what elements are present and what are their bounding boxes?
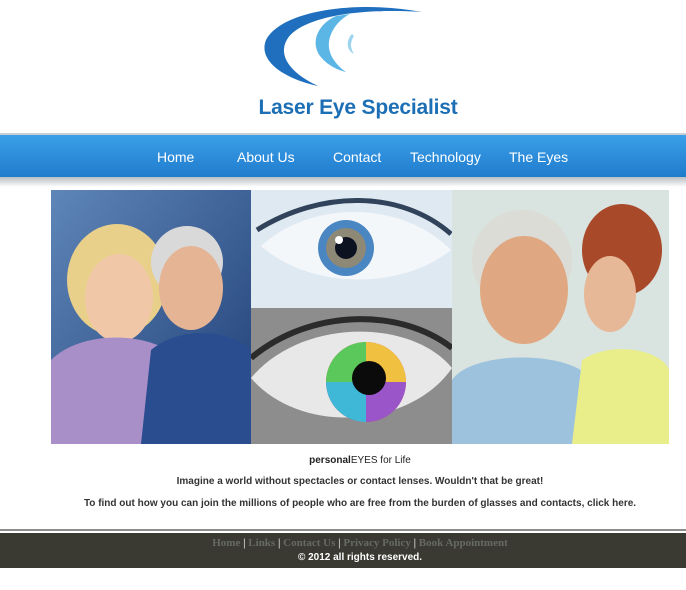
- footer-separator: |: [243, 537, 246, 549]
- cta-text[interactable]: To find out how you can join the million…: [0, 498, 686, 509]
- nav-item-about-us[interactable]: About Us: [237, 149, 295, 165]
- intro-text: Imagine a world without spectacles or co…: [176, 476, 544, 487]
- nav-item-home[interactable]: Home: [157, 149, 194, 165]
- smiling-couple-photo: [51, 190, 251, 444]
- rainbow-iris-photo: [251, 308, 452, 444]
- nav-item-the-eyes[interactable]: The Eyes: [509, 149, 568, 165]
- main-nav: Home About Us Contact Technology The Eye…: [0, 135, 686, 177]
- nav-item-technology[interactable]: Technology: [410, 149, 481, 165]
- site-header: Laser Eye Specialist: [0, 0, 686, 134]
- copyright-text: © 2012 all rights reserved.: [297, 552, 423, 563]
- footer-link-home[interactable]: Home: [212, 537, 240, 549]
- footer-separator: |: [277, 537, 281, 549]
- footer-links: Home | Links | Contact Us | Privacy Poli…: [0, 537, 686, 549]
- eye-logo-icon[interactable]: [262, 4, 432, 88]
- footer-link-contact-us[interactable]: Contact Us: [283, 537, 335, 549]
- footer-link-book-appointment[interactable]: Book Appointment: [419, 537, 508, 549]
- tagline-rest: EYES for Life: [350, 455, 411, 466]
- tagline-bold: personal: [309, 455, 351, 466]
- footer-link-links[interactable]: Links: [248, 537, 275, 549]
- nav-item-contact[interactable]: Contact: [333, 149, 381, 165]
- footer-link-privacy-policy[interactable]: Privacy Policy: [343, 537, 411, 549]
- kissing-couple-photo: [452, 190, 669, 444]
- tagline: personalEYES for Life: [0, 455, 686, 466]
- brand-name[interactable]: Laser Eye Specialist: [0, 96, 686, 120]
- footer-separator: |: [413, 537, 417, 549]
- site-footer: Home | Links | Contact Us | Privacy Poli…: [0, 533, 686, 568]
- footer-divider: [0, 529, 686, 531]
- footer-separator: |: [338, 537, 341, 549]
- hero-photo-collage: [51, 190, 669, 444]
- blue-eye-closeup-photo: [251, 190, 452, 308]
- nav-shadow: [0, 177, 686, 187]
